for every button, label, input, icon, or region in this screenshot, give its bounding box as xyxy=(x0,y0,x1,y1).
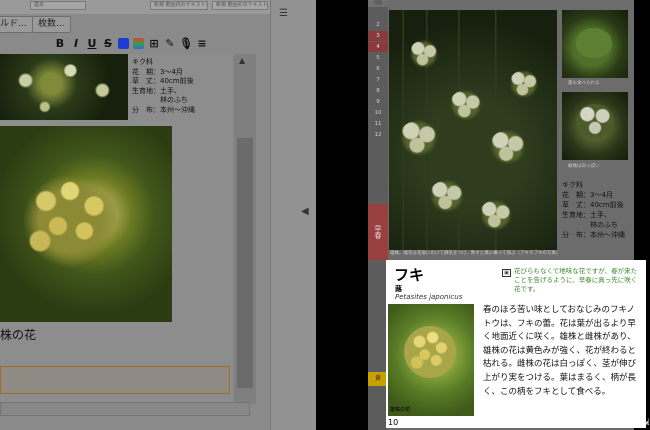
thumb-female xyxy=(562,92,628,160)
pen-icon[interactable]: ✎ xyxy=(164,37,176,50)
editor-info: キク科 花 期：3～4月 草 丈：40cm前後 生育地：土手、 林のふち 分 布… xyxy=(132,58,232,115)
page-info-bloom: 花 期：3～4月 xyxy=(562,191,613,199)
info-range: 分 布：本州～沖縄 xyxy=(132,105,195,114)
color-tab-yellow[interactable]: 黄 xyxy=(368,372,388,386)
entry-latin-name: Petasites japonicus xyxy=(395,293,463,301)
season-tab[interactable]: 早春 xyxy=(368,204,388,260)
tab-11[interactable]: 11 xyxy=(368,119,388,129)
tab-2[interactable]: 2 xyxy=(368,20,388,30)
tab-8[interactable]: 8 xyxy=(368,86,388,96)
image-icon[interactable]: ⊞ xyxy=(148,37,160,50)
editor-photo-top xyxy=(0,54,128,120)
info-habitat: 生育地：土手、 xyxy=(132,86,181,95)
scroll-thumb[interactable] xyxy=(237,138,253,388)
tab-header: 月別 xyxy=(368,0,388,7)
page-bottom-tab xyxy=(368,422,384,430)
topbar-button-add-inside[interactable]: 新規 範囲内のテキストを追加 xyxy=(150,1,208,10)
editor-content[interactable]: キク科 花 期：3～4月 草 丈：40cm前後 生育地：土手、 林のふち 分 布… xyxy=(0,54,232,404)
tab-4[interactable]: 4 xyxy=(368,42,388,52)
scroll-up-icon[interactable]: ▲ xyxy=(239,56,245,65)
info-height: 草 丈：40cm前後 xyxy=(132,77,194,85)
tab-7[interactable]: 7 xyxy=(368,75,388,85)
editor-scrollbar[interactable]: ▲ xyxy=(234,54,256,404)
collapse-left-icon[interactable]: ◀ xyxy=(301,206,309,217)
info-bloom: 花 期：3～4月 xyxy=(132,67,183,76)
tab-9[interactable]: 9 xyxy=(368,97,388,107)
editor-caption: 株の花 xyxy=(0,328,37,342)
info-habitat-2: 林のふち xyxy=(132,96,188,104)
field-row: ルド... 枚数... xyxy=(0,16,270,36)
thumb-leaf-caption: 葉も食べられる xyxy=(568,81,600,86)
tab-5[interactable]: 5 xyxy=(368,53,388,63)
tab-3[interactable]: 3 xyxy=(368,31,388,41)
info-family: キク科 xyxy=(132,58,153,66)
entry-description: 春のほろ苦い味としておなじみのフキノトウは、フキの蕾。花は葉が出るより早く地面近… xyxy=(483,305,637,397)
main-photo-caption: 雄株。雌花は花後にのびて綿毛をつけ、熟すと風に乗って飛ぶ（アキタブキの写真） xyxy=(390,251,561,256)
page-info-habitat-2: 林のふち xyxy=(562,221,618,229)
fields-button[interactable]: ルド... xyxy=(0,16,33,33)
month-tabs: 月別 2 3 4 5 6 7 8 9 10 11 12 早春 黄 xyxy=(368,0,388,430)
page-info-height: 草 丈：40cm前後 xyxy=(562,201,624,209)
highlight-icon[interactable] xyxy=(133,37,144,49)
thumb-female-caption: 雌株は白っぽい xyxy=(568,164,600,169)
mic-icon[interactable]: 🎙 xyxy=(179,37,193,50)
thumb-leaf xyxy=(562,10,628,78)
bold-icon[interactable]: B xyxy=(54,37,66,50)
editor-topbar: 基本 新規 範囲内のテキストを追加 新規 範囲外のテキストを追加 xyxy=(0,0,270,14)
editor-photo-flower xyxy=(0,126,172,322)
main-photo xyxy=(389,10,557,250)
editor-field-box[interactable] xyxy=(0,366,230,394)
editor-pane: 基本 新規 範囲内のテキストを追加 新規 範囲外のテキストを追加 ルド... 枚… xyxy=(0,0,270,430)
strike-icon[interactable]: S xyxy=(102,37,114,50)
page-info-family: キク科 xyxy=(562,181,583,189)
tab-12[interactable]: 12 xyxy=(368,130,388,140)
note-icon: ▣ xyxy=(502,269,511,277)
page-info-habitat: 生育地：土手、 xyxy=(562,211,611,219)
menu-icon[interactable]: ☰ xyxy=(279,8,288,19)
list-icon[interactable]: ≡ xyxy=(196,37,208,50)
editor-tag-field[interactable] xyxy=(0,402,250,416)
entry-note: 花びらもなくて地味な花ですが、春が来たことを告げるように、早春に真っ先に咲く花で… xyxy=(514,267,638,293)
page-number: 10 xyxy=(388,418,399,427)
topbar-button-add-outside[interactable]: 新規 範囲外のテキストを追加 xyxy=(212,1,268,10)
highlighted-entry[interactable]: フキ 蕗 Petasites japonicus ▣ 花びらもなくて地味な花です… xyxy=(386,260,646,428)
tab-10[interactable]: 10 xyxy=(368,108,388,118)
splitter: ☰ ◀ xyxy=(270,0,316,430)
tab-6[interactable]: 6 xyxy=(368,64,388,74)
underline-icon[interactable]: U xyxy=(86,37,98,50)
font-color-icon[interactable] xyxy=(118,37,129,49)
cards-button[interactable]: 枚数... xyxy=(32,16,71,33)
entry-photo xyxy=(388,304,474,416)
page-info: キク科 花 期：3～4月 草 丈：40cm前後 生育地：土手、 林のふち 分 布… xyxy=(562,180,632,240)
italic-icon[interactable]: I xyxy=(70,37,82,50)
page-info-range: 分 布：本州～沖縄 xyxy=(562,231,625,239)
format-toolbar: B I U S ⊞ ✎ 🎙 ≡ xyxy=(0,34,238,52)
entry-title: フキ xyxy=(394,266,425,284)
topbar-button-basic[interactable]: 基本 xyxy=(30,1,86,10)
entry-photo-caption: 雄株の花 xyxy=(390,407,411,413)
